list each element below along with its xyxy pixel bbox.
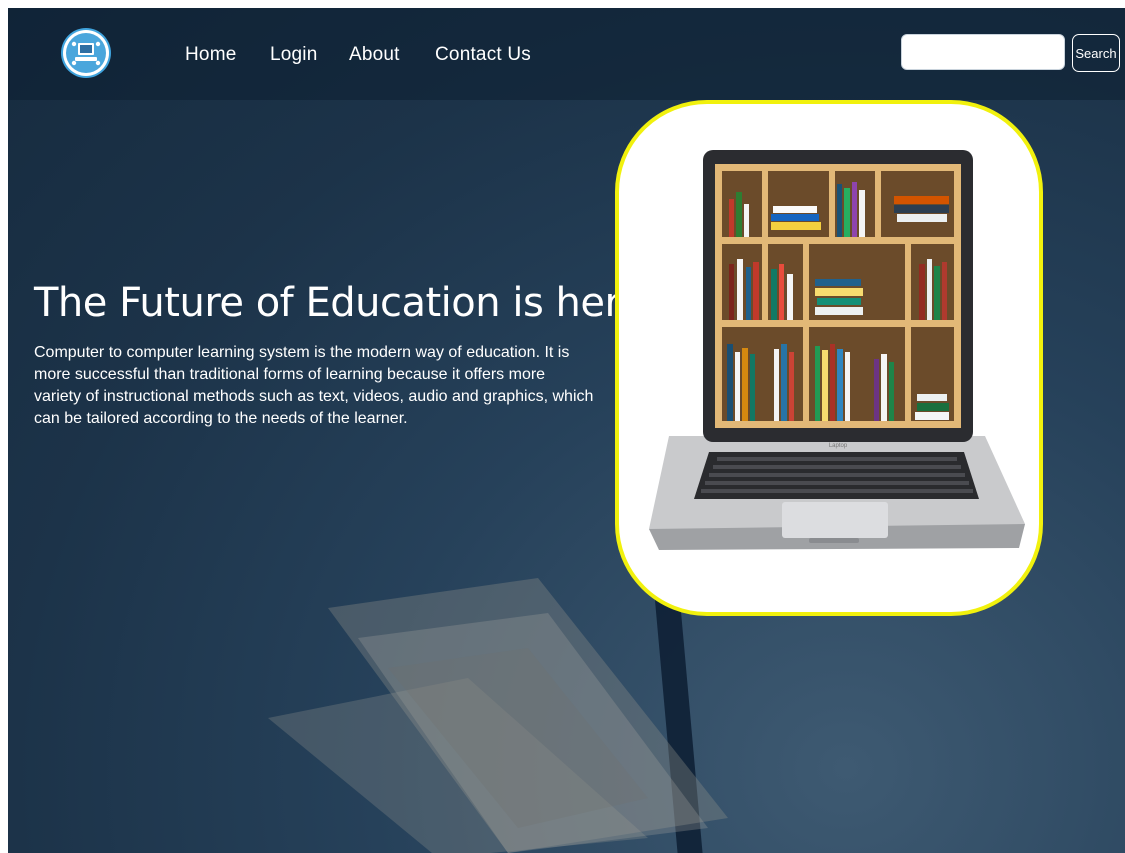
nav-link-contact-us[interactable]: Contact Us [435,44,531,66]
search-button[interactable]: Search [1072,34,1120,72]
svg-text:Laptop: Laptop [829,443,848,449]
navbar: Home Login About Contact Us Search [8,8,1125,100]
hero-image-frame: Laptop [615,100,1043,616]
nav-link-about[interactable]: About [349,44,400,66]
hero-description: Computer to computer learning system is … [34,344,594,427]
hero-title: The Future of Education is here [34,280,644,326]
laptop-bookshelf-image: Laptop [649,150,1025,550]
page-frame: Home Login About Contact Us Search The F… [8,8,1125,853]
nav-link-home[interactable]: Home [185,44,236,66]
search-input[interactable] [901,34,1065,70]
education-logo-icon[interactable] [63,30,109,76]
nav-link-login[interactable]: Login [270,44,318,66]
